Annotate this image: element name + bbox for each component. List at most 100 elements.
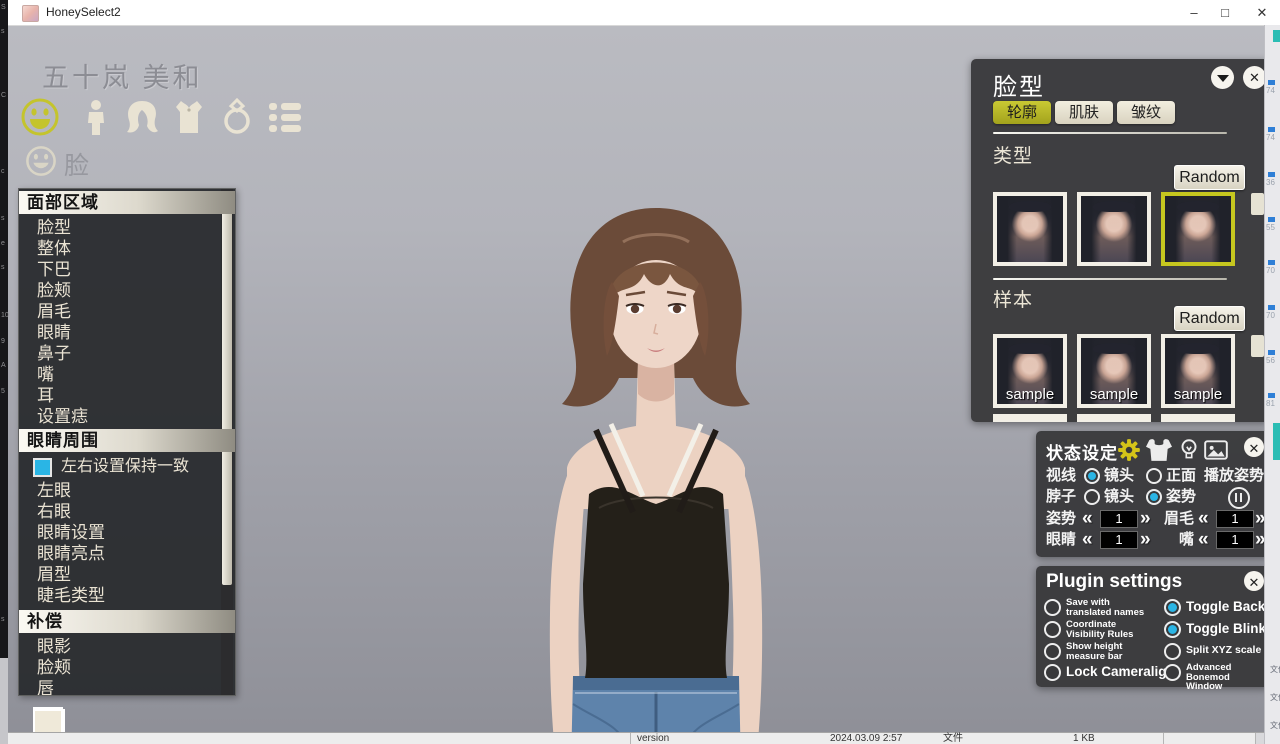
radio-height-bar[interactable] [1044, 643, 1061, 660]
sidebar-item-eye-settings[interactable]: 眼睛设置 [37, 522, 217, 543]
sidebar-item-eye[interactable]: 眼睛 [37, 322, 217, 343]
option-label[interactable]: Advanced Bonemod Window [1186, 663, 1266, 692]
eye-stepper-label: 眼睛 [1046, 530, 1076, 550]
face-sample-thumbnail-3[interactable]: sample [1161, 334, 1235, 408]
tick-mark [1268, 305, 1275, 310]
sidebar-item-eyebrow[interactable]: 眉毛 [37, 301, 217, 322]
radio-neck-camera[interactable] [1084, 489, 1100, 505]
sidebar-item-lip[interactable]: 唇 [37, 678, 217, 696]
stepper-next-icon[interactable] [1140, 509, 1151, 528]
radio-split-xyz[interactable] [1164, 643, 1181, 660]
stepper-prev-icon[interactable] [1198, 530, 1209, 549]
face-sample-thumbnail-1[interactable]: sample [993, 334, 1067, 408]
body-icon[interactable] [76, 97, 116, 141]
stepper-row-2: 眼睛 1 嘴 1 [1036, 530, 1270, 550]
left-edge-light [0, 658, 8, 744]
collapse-button[interactable] [1211, 66, 1234, 89]
sidebar-item-cheek[interactable]: 脸颊 [37, 280, 217, 301]
menu-scrollbar-thumb[interactable] [222, 195, 232, 585]
sync-left-right-checkbox[interactable] [33, 458, 52, 477]
sidebar-header-face-area: 面部区域 [19, 191, 235, 214]
tab-skin[interactable]: 肌肤 [1055, 101, 1113, 124]
radio-gaze-front[interactable] [1146, 468, 1162, 484]
sidebar-item-face-shape[interactable]: 脸型 [37, 217, 217, 238]
tab-wrinkles[interactable]: 皱纹 [1117, 101, 1175, 124]
sidebar-header-around-eyes: 眼睛周围 [19, 429, 235, 452]
gear-icon[interactable] [1116, 437, 1142, 461]
type-random-button[interactable]: Random [1174, 165, 1245, 190]
radio-advanced-bonemod[interactable] [1164, 664, 1181, 681]
file-size: 1 KB [1073, 733, 1095, 744]
neck-label: 脖子 [1046, 487, 1076, 507]
plugin-panel-close-button[interactable] [1244, 571, 1264, 591]
sidebar-item-mole[interactable]: 设置痣 [37, 406, 217, 427]
hair-icon[interactable] [122, 97, 162, 141]
option-label[interactable]: Show height measure bar [1066, 642, 1146, 661]
radio-save-translated[interactable] [1044, 599, 1061, 616]
bulb-icon[interactable] [1176, 437, 1202, 461]
radio-coordinate-visibility[interactable] [1044, 621, 1061, 638]
sidebar-item-cheek-blush[interactable]: 脸颊 [37, 657, 217, 678]
edge-glyph: S [1, 4, 6, 11]
stepper-prev-icon[interactable] [1198, 509, 1209, 528]
sidebar-item-eye-highlight[interactable]: 眼睛亮点 [37, 543, 217, 564]
option-label[interactable]: Save with translated names [1066, 598, 1146, 617]
sidebar-item-mouth[interactable]: 嘴 [37, 364, 217, 385]
list-icon[interactable] [265, 97, 305, 141]
option-label[interactable]: Coordinate Visibility Rules [1066, 620, 1146, 639]
edge-glyph: e [1, 240, 5, 247]
ring-icon[interactable] [217, 97, 257, 141]
image-icon[interactable] [1203, 437, 1229, 461]
mouth-stepper-value: 1 [1216, 531, 1254, 549]
minimize-button[interactable]: – [1177, 0, 1211, 25]
sidebar-item-eyeshadow[interactable]: 眼影 [37, 636, 217, 657]
maximize-button[interactable]: □ [1208, 0, 1242, 25]
face-panel-close-button[interactable] [1243, 66, 1266, 89]
face-type-thumbnail-2[interactable] [1077, 192, 1151, 266]
sidebar-item-ear[interactable]: 耳 [37, 385, 217, 406]
radio-neck-pose[interactable] [1146, 489, 1162, 505]
edge-glyph: s [1, 616, 5, 623]
edge-glyph: C [1, 92, 6, 99]
face-type-thumbnail-1[interactable] [993, 192, 1067, 266]
state-panel-close-button[interactable] [1244, 437, 1264, 457]
edge-glyph: s [1, 264, 5, 271]
tab-contour[interactable]: 轮廓 [993, 101, 1051, 124]
sidebar-item-left-eye[interactable]: 左眼 [37, 480, 217, 501]
sidebar-item-nose[interactable]: 鼻子 [37, 343, 217, 364]
sync-left-right-label[interactable]: 左右设置保持一致 [61, 457, 189, 477]
tick-value: 56 [1266, 357, 1275, 365]
gaze-front-label[interactable]: 正面 [1166, 466, 1196, 486]
sample-scrollbar-thumb[interactable] [1251, 335, 1264, 357]
sidebar-item-whole[interactable]: 整体 [37, 238, 217, 259]
radio-lock-cameralight[interactable] [1044, 664, 1061, 681]
sample-random-button[interactable]: Random [1174, 306, 1245, 331]
sidebar-item-chin[interactable]: 下巴 [37, 259, 217, 280]
face-sample-thumbnail-2[interactable]: sample [1077, 334, 1151, 408]
partial-thumbnail [1077, 414, 1151, 422]
type-scrollbar-thumb[interactable] [1251, 193, 1264, 215]
face-type-thumbnail-3-selected[interactable] [1161, 192, 1235, 266]
radio-toggle-backlight[interactable] [1164, 599, 1181, 616]
tick-value: 74 [1266, 87, 1275, 95]
radio-toggle-blinking[interactable] [1164, 621, 1181, 638]
app-icon [22, 5, 39, 22]
stepper-prev-icon[interactable] [1082, 530, 1093, 549]
gaze-camera-label[interactable]: 镜头 [1104, 466, 1134, 486]
sidebar-item-right-eye[interactable]: 右眼 [37, 501, 217, 522]
pause-button[interactable] [1228, 487, 1250, 509]
close-button[interactable]: ✕ [1245, 0, 1279, 25]
clothes-icon[interactable] [169, 97, 209, 141]
sidebar-item-eyelash-type[interactable]: 睫毛类型 [37, 585, 217, 606]
eyebrow-stepper-label: 眉毛 [1160, 509, 1194, 529]
radio-gaze-camera[interactable] [1084, 468, 1100, 484]
neck-camera-label[interactable]: 镜头 [1104, 487, 1134, 507]
stepper-next-icon[interactable] [1140, 530, 1151, 549]
face-panel-title: 脸型 [993, 67, 1045, 102]
neck-pose-label[interactable]: 姿势 [1166, 487, 1196, 507]
stepper-prev-icon[interactable] [1082, 509, 1093, 528]
tick-value: 55 [1266, 224, 1275, 232]
sidebar-item-eyebrow-shape[interactable]: 眉型 [37, 564, 217, 585]
face-tab-smiley-icon[interactable] [20, 97, 60, 141]
dress-icon[interactable] [1146, 437, 1172, 461]
